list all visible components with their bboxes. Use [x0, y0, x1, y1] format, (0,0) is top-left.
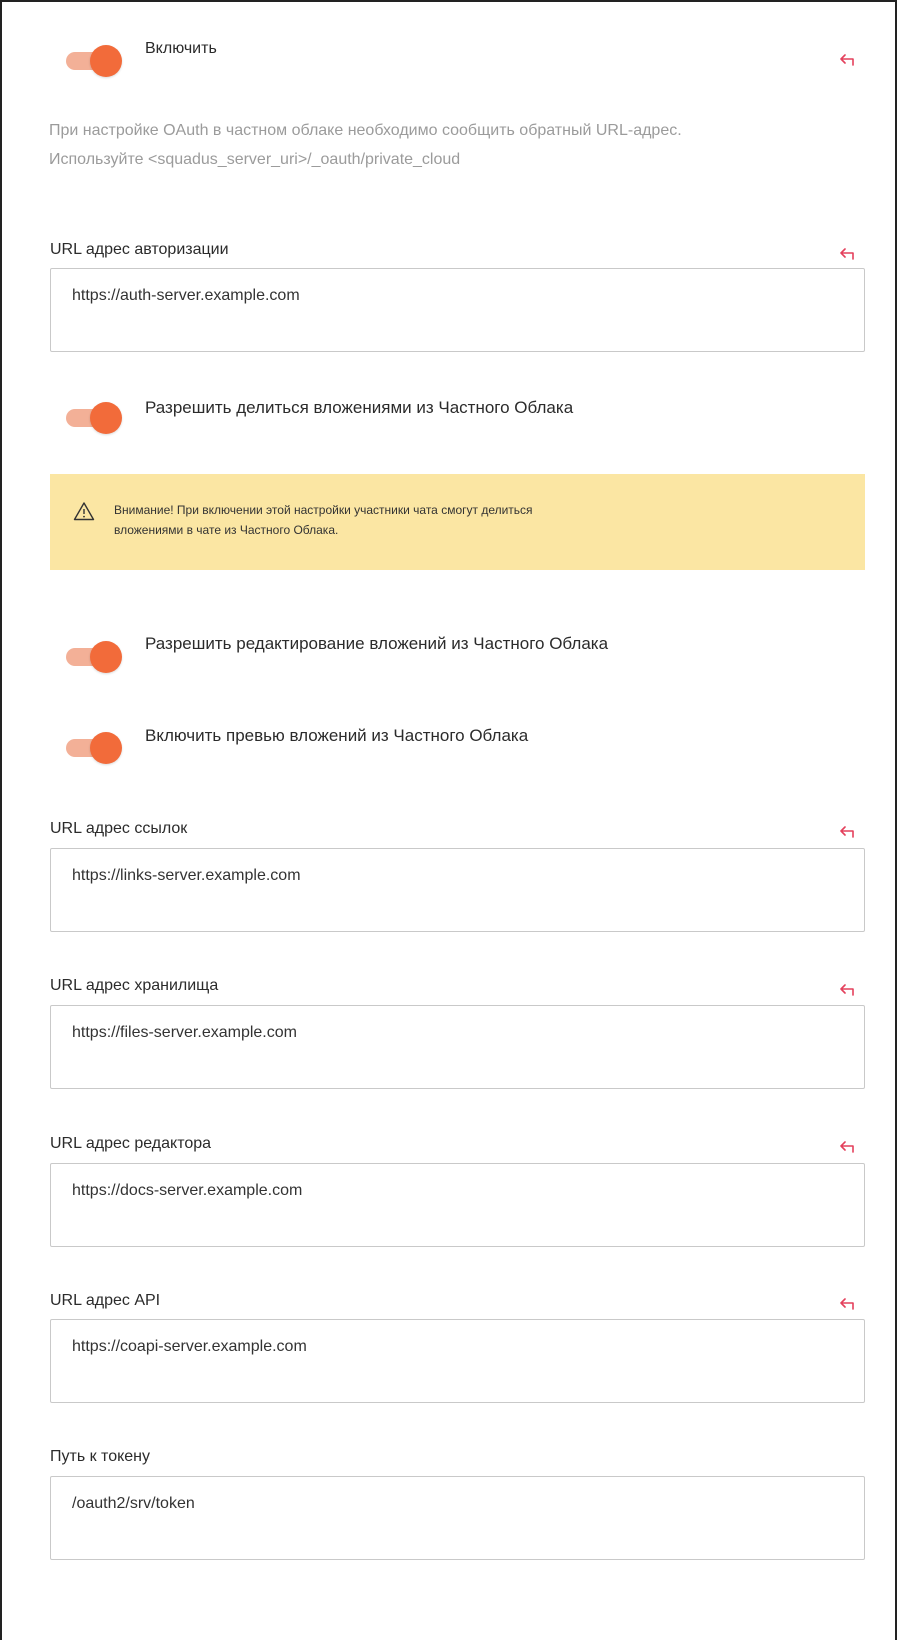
settings-panel: Включить При настройке OAuth в частном о…: [0, 0, 897, 1640]
allow-share-label: Разрешить делиться вложениями из Частног…: [145, 398, 574, 417]
storage-url-label: URL адрес хранилища: [50, 977, 219, 994]
api-url-label: URL адрес API: [50, 1292, 161, 1309]
toggle-knob: [90, 45, 122, 77]
storage-url-input[interactable]: https://files-server.example.com: [50, 1005, 865, 1089]
api-url-input[interactable]: https://coapi-server.example.com: [50, 1319, 865, 1403]
reset-arrow-icon[interactable]: [840, 54, 858, 68]
warning-text-line2: вложениями в чате из Частного Облака.: [114, 523, 339, 537]
oauth-hint-line1: При настройке OAuth в частном облаке нео…: [49, 122, 682, 139]
auth-url-input[interactable]: https://auth-server.example.com: [50, 268, 865, 352]
toggle-knob: [90, 402, 122, 434]
token-path-input[interactable]: /oauth2/srv/token: [50, 1476, 865, 1560]
reset-arrow-icon[interactable]: [840, 984, 858, 998]
warning-triangle-icon: [73, 501, 95, 521]
enable-toggle[interactable]: [66, 43, 122, 77]
oauth-hint-line2: Используйте <squadus_server_uri>/_oauth/…: [49, 151, 461, 168]
enable-preview-label: Включить превью вложений из Частного Обл…: [145, 726, 529, 745]
enable-preview-toggle[interactable]: [66, 730, 122, 764]
reset-arrow-icon[interactable]: [840, 248, 858, 262]
reset-arrow-icon[interactable]: [840, 1298, 858, 1312]
reset-arrow-icon[interactable]: [840, 826, 858, 840]
editor-url-label: URL адрес редактора: [50, 1135, 212, 1152]
reset-arrow-icon[interactable]: [840, 1141, 858, 1155]
warning-text-line1: Внимание! При включении этой настройки у…: [114, 503, 533, 517]
warning-text: Внимание! При включении этой настройки у…: [114, 500, 533, 540]
allow-share-toggle[interactable]: [66, 400, 122, 434]
token-path-label: Путь к токену: [50, 1448, 151, 1465]
allow-edit-label: Разрешить редактирование вложений из Час…: [145, 634, 609, 653]
links-url-input[interactable]: https://links-server.example.com: [50, 848, 865, 932]
warning-banner: Внимание! При включении этой настройки у…: [50, 474, 865, 570]
allow-edit-toggle[interactable]: [66, 639, 122, 673]
links-url-label: URL адрес ссылок: [50, 820, 188, 837]
auth-url-label: URL адрес авторизации: [50, 241, 229, 258]
editor-url-input[interactable]: https://docs-server.example.com: [50, 1163, 865, 1247]
enable-label: Включить: [145, 40, 217, 57]
toggle-knob: [90, 641, 122, 673]
toggle-knob: [90, 732, 122, 764]
